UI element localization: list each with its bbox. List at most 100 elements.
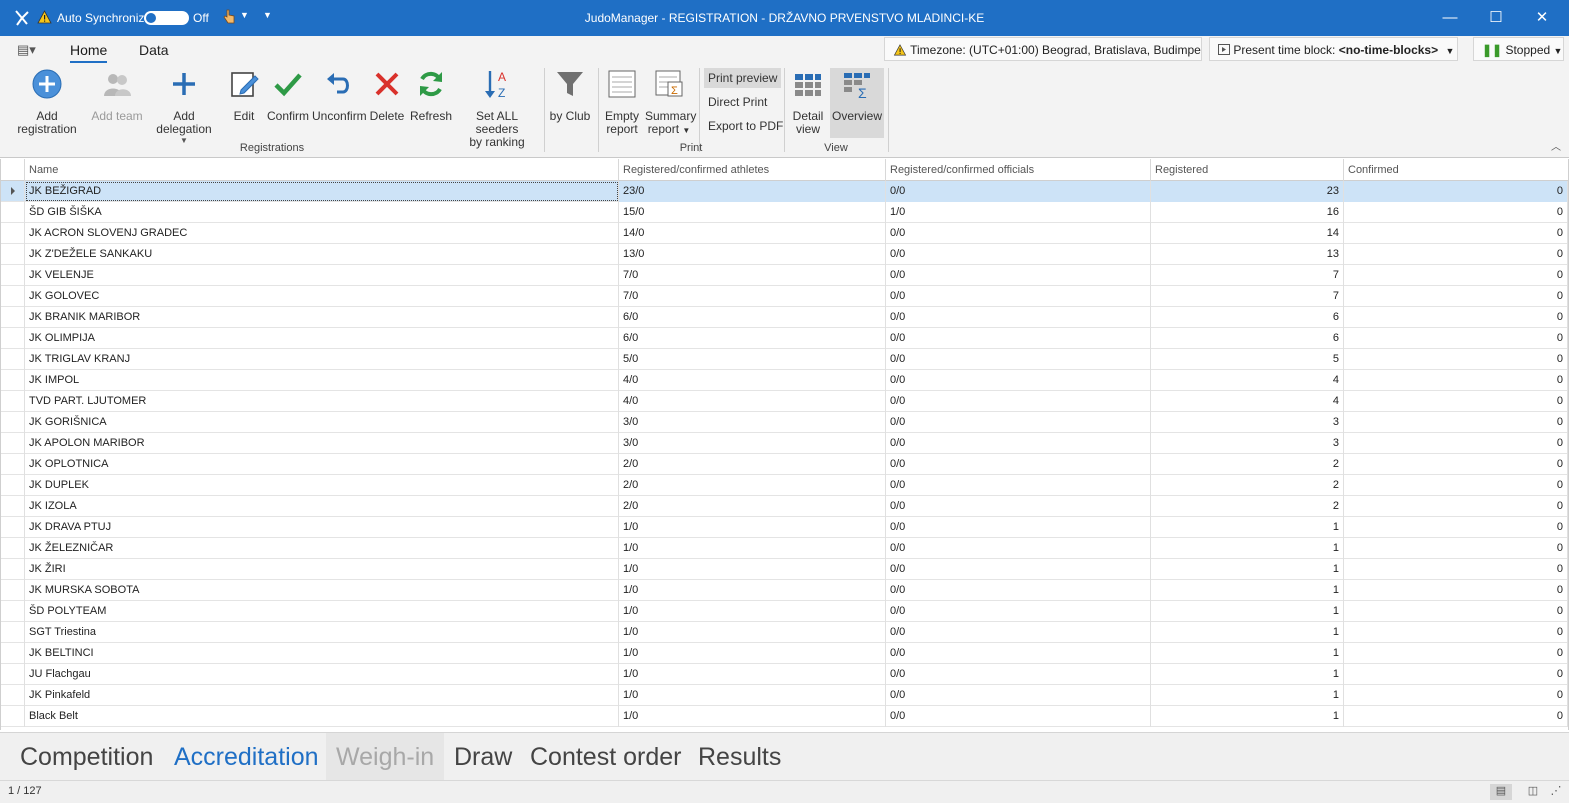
cell-name[interactable]: SGT Triestina [25,622,619,643]
add-registration-button[interactable]: Add registration [6,68,88,140]
cell-confirmed[interactable]: 0 [1344,643,1568,664]
cell-athletes[interactable]: 2/0 [619,496,886,517]
table-row[interactable]: JK ŽELEZNIČAR 1/0 0/0 1 0 [1,538,1568,559]
cell-registered[interactable]: 1 [1151,601,1344,622]
set-all-seeders-button[interactable]: AZ Set ALL seeders by ranking [456,68,538,149]
cell-registered[interactable]: 7 [1151,265,1344,286]
collapse-ribbon-icon[interactable]: ︿ [1551,138,1561,153]
cell-registered[interactable]: 4 [1151,370,1344,391]
export-pdf-button[interactable]: Export to PDF [704,116,787,136]
cell-confirmed[interactable]: 0 [1344,181,1568,202]
cell-name[interactable]: JK BEŽIGRAD [25,181,619,202]
summary-report-button[interactable]: Σ Summary report ▼ [645,68,696,140]
row-indicator[interactable] [1,223,25,244]
cell-officials[interactable]: 0/0 [886,244,1151,265]
cell-name[interactable]: JK IZOLA [25,496,619,517]
overview-button[interactable]: Σ Overview [830,68,884,138]
tab-data[interactable]: Data [139,42,169,58]
cell-registered[interactable]: 3 [1151,412,1344,433]
cell-athletes[interactable]: 4/0 [619,391,886,412]
cell-confirmed[interactable]: 0 [1344,706,1568,727]
row-indicator[interactable] [1,643,25,664]
row-indicator[interactable] [1,475,25,496]
cell-athletes[interactable]: 1/0 [619,685,886,706]
row-indicator[interactable] [1,601,25,622]
cell-name[interactable]: Black Belt [25,706,619,727]
cell-registered[interactable]: 3 [1151,433,1344,454]
minimize-button[interactable]: — [1427,0,1473,36]
cell-athletes[interactable]: 6/0 [619,328,886,349]
cell-confirmed[interactable]: 0 [1344,223,1568,244]
cell-officials[interactable]: 0/0 [886,454,1151,475]
cell-registered[interactable]: 6 [1151,307,1344,328]
module-tab-draw[interactable]: Draw [444,733,522,781]
cell-registered[interactable]: 7 [1151,286,1344,307]
table-row[interactable]: JK GOLOVEC 7/0 0/0 7 0 [1,286,1568,307]
cell-registered[interactable]: 1 [1151,517,1344,538]
row-indicator[interactable] [1,454,25,475]
cell-registered[interactable]: 1 [1151,580,1344,601]
cell-officials[interactable]: 0/0 [886,664,1151,685]
cell-officials[interactable]: 0/0 [886,265,1151,286]
cell-confirmed[interactable]: 0 [1344,496,1568,517]
cell-registered[interactable]: 6 [1151,328,1344,349]
cell-confirmed[interactable]: 0 [1344,286,1568,307]
cell-officials[interactable]: 0/0 [886,601,1151,622]
cell-registered[interactable]: 5 [1151,349,1344,370]
row-indicator[interactable] [1,517,25,538]
cell-officials[interactable]: 0/0 [886,223,1151,244]
cell-name[interactable]: JK BRANIK MARIBOR [25,307,619,328]
module-tab-competition[interactable]: Competition [10,733,163,781]
confirm-button[interactable]: Confirm [266,68,310,140]
cell-name[interactable]: ŠD GIB ŠIŠKA [25,202,619,223]
row-indicator[interactable] [1,496,25,517]
cell-name[interactable]: JK IMPOL [25,370,619,391]
table-row[interactable]: JK Z'DEŽELE SANKAKU 13/0 0/0 13 0 [1,244,1568,265]
cell-confirmed[interactable]: 0 [1344,349,1568,370]
table-row[interactable]: Black Belt 1/0 0/0 1 0 [1,706,1568,727]
table-row[interactable]: JK OPLOTNICA 2/0 0/0 2 0 [1,454,1568,475]
cell-name[interactable]: JK MURSKA SOBOTA [25,580,619,601]
row-indicator[interactable] [1,181,25,202]
row-indicator[interactable] [1,265,25,286]
cell-officials[interactable]: 0/0 [886,475,1151,496]
direct-print-button[interactable]: Direct Print [704,92,771,112]
table-row[interactable]: JK BELTINCI 1/0 0/0 1 0 [1,643,1568,664]
cell-name[interactable]: JK ŽELEZNIČAR [25,538,619,559]
add-delegation-button[interactable]: Add delegation ▼ [146,68,222,145]
row-indicator[interactable] [1,706,25,727]
cell-officials[interactable]: 0/0 [886,517,1151,538]
cell-officials[interactable]: 0/0 [886,412,1151,433]
row-indicator[interactable] [1,538,25,559]
cell-athletes[interactable]: 1/0 [619,517,886,538]
cell-registered[interactable]: 2 [1151,496,1344,517]
cell-athletes[interactable]: 5/0 [619,349,886,370]
cell-registered[interactable]: 4 [1151,391,1344,412]
cell-athletes[interactable]: 2/0 [619,454,886,475]
cell-confirmed[interactable]: 0 [1344,685,1568,706]
cell-athletes[interactable]: 4/0 [619,370,886,391]
column-header-registered[interactable]: Registered [1151,159,1344,181]
cell-name[interactable]: JK DRAVA PTUJ [25,517,619,538]
cell-registered[interactable]: 1 [1151,559,1344,580]
cell-confirmed[interactable]: 0 [1344,307,1568,328]
cell-name[interactable]: JK DUPLEK [25,475,619,496]
cell-athletes[interactable]: 15/0 [619,202,886,223]
normal-view-icon[interactable]: ▤ [1490,784,1512,800]
row-indicator[interactable] [1,622,25,643]
cell-confirmed[interactable]: 0 [1344,475,1568,496]
cell-officials[interactable]: 0/0 [886,328,1151,349]
cell-confirmed[interactable]: 0 [1344,601,1568,622]
split-view-icon[interactable]: ◫ [1522,784,1544,800]
cell-officials[interactable]: 0/0 [886,538,1151,559]
cell-officials[interactable]: 0/0 [886,622,1151,643]
cell-athletes[interactable]: 1/0 [619,580,886,601]
cell-registered[interactable]: 1 [1151,538,1344,559]
cell-officials[interactable]: 0/0 [886,370,1151,391]
run-state-box[interactable]: ❚❚ Stopped ▼ [1473,37,1564,61]
cell-confirmed[interactable]: 0 [1344,517,1568,538]
close-button[interactable]: ✕ [1519,0,1565,36]
cell-name[interactable]: JK OLIMPIJA [25,328,619,349]
cell-athletes[interactable]: 3/0 [619,433,886,454]
column-header-name[interactable]: Name [25,159,619,181]
